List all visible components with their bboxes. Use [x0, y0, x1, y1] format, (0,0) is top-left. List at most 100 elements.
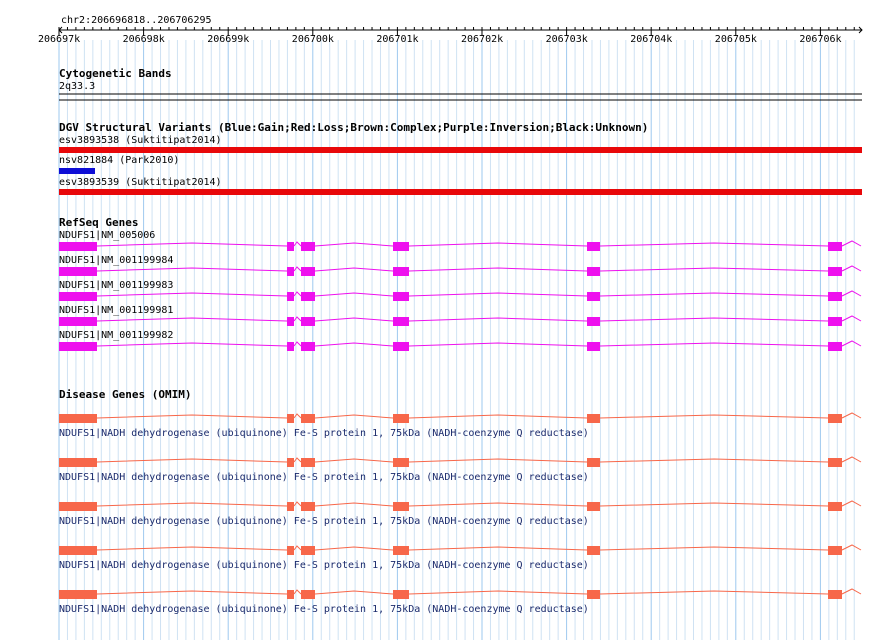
omim-gene-model-2[interactable] — [59, 500, 862, 511]
refseq-exon — [287, 342, 294, 351]
dgv-variant-bar-0[interactable] — [59, 147, 862, 153]
refseq-exon — [287, 267, 294, 276]
dgv-variant-bar-2[interactable] — [59, 189, 862, 195]
refseq-intron — [841, 315, 862, 322]
omim-intron — [408, 458, 588, 463]
refseq-intron — [96, 242, 288, 247]
omim-exon — [393, 458, 409, 467]
omim-exon — [587, 502, 600, 511]
dgv-variant-bar-1[interactable] — [59, 168, 95, 174]
refseq-exon — [587, 292, 600, 301]
omim-exon — [828, 546, 842, 555]
track-features — [58, 26, 863, 599]
omim-intron — [293, 589, 302, 595]
refseq-exon — [59, 242, 97, 251]
refseq-exon — [287, 317, 294, 326]
refseq-exon — [393, 292, 409, 301]
refseq-intron — [408, 317, 588, 322]
refseq-exon — [59, 317, 97, 326]
refseq-gene-model-4[interactable] — [59, 340, 862, 351]
omim-intron — [293, 413, 302, 419]
refseq-exon — [587, 267, 600, 276]
refseq-exon — [301, 242, 315, 251]
refseq-intron — [599, 292, 829, 297]
omim-intron — [96, 458, 288, 463]
refseq-exon — [587, 242, 600, 251]
refseq-exon — [287, 292, 294, 301]
omim-intron — [599, 546, 829, 551]
omim-exon — [828, 458, 842, 467]
omim-intron — [408, 502, 588, 507]
refseq-exon — [587, 342, 600, 351]
refseq-intron — [96, 317, 288, 322]
omim-exon — [287, 546, 294, 555]
omim-exon — [828, 414, 842, 423]
omim-gene-model-4[interactable] — [59, 588, 862, 599]
refseq-gene-model-0[interactable] — [59, 240, 862, 251]
refseq-gene-model-1[interactable] — [59, 265, 862, 276]
omim-exon — [59, 458, 97, 467]
refseq-intron — [293, 241, 302, 247]
omim-exon — [287, 502, 294, 511]
refseq-gene-model-2[interactable] — [59, 290, 862, 301]
refseq-exon — [828, 242, 842, 251]
refseq-gene-model-3[interactable] — [59, 315, 862, 326]
omim-exon — [301, 546, 315, 555]
omim-intron — [314, 458, 394, 463]
omim-exon — [393, 546, 409, 555]
omim-gene-model-3[interactable] — [59, 544, 862, 555]
refseq-exon — [301, 267, 315, 276]
omim-intron — [599, 590, 829, 595]
omim-intron — [96, 414, 288, 419]
refseq-exon — [301, 342, 315, 351]
omim-intron — [408, 546, 588, 551]
refseq-intron — [408, 267, 588, 272]
omim-exon — [59, 502, 97, 511]
refseq-intron — [841, 265, 862, 272]
omim-intron — [293, 457, 302, 463]
omim-exon — [828, 590, 842, 599]
refseq-intron — [599, 342, 829, 347]
refseq-intron — [314, 292, 394, 297]
refseq-intron — [841, 290, 862, 297]
omim-intron — [599, 414, 829, 419]
refseq-exon — [393, 267, 409, 276]
refseq-exon — [393, 242, 409, 251]
omim-exon — [59, 546, 97, 555]
omim-exon — [301, 590, 315, 599]
omim-intron — [841, 544, 862, 551]
refseq-intron — [314, 242, 394, 247]
refseq-intron — [96, 342, 288, 347]
refseq-exon — [828, 292, 842, 301]
omim-exon — [59, 590, 97, 599]
omim-intron — [314, 414, 394, 419]
omim-exon — [587, 546, 600, 555]
omim-exon — [287, 414, 294, 423]
omim-exon — [587, 590, 600, 599]
omim-intron — [314, 546, 394, 551]
omim-intron — [96, 502, 288, 507]
refseq-exon — [301, 317, 315, 326]
omim-exon — [287, 590, 294, 599]
refseq-intron — [96, 267, 288, 272]
refseq-intron — [293, 341, 302, 347]
refseq-intron — [293, 266, 302, 272]
refseq-exon — [828, 317, 842, 326]
omim-intron — [599, 502, 829, 507]
omim-exon — [301, 502, 315, 511]
omim-intron — [841, 412, 862, 419]
refseq-intron — [96, 292, 288, 297]
omim-exon — [301, 414, 315, 423]
omim-intron — [841, 588, 862, 595]
refseq-intron — [841, 340, 862, 347]
refseq-intron — [599, 267, 829, 272]
omim-gene-model-0[interactable] — [59, 412, 862, 423]
omim-exon — [59, 414, 97, 423]
refseq-exon — [287, 242, 294, 251]
refseq-intron — [314, 317, 394, 322]
omim-gene-model-1[interactable] — [59, 456, 862, 467]
refseq-exon — [59, 342, 97, 351]
refseq-exon — [59, 267, 97, 276]
refseq-intron — [408, 292, 588, 297]
refseq-intron — [293, 291, 302, 297]
